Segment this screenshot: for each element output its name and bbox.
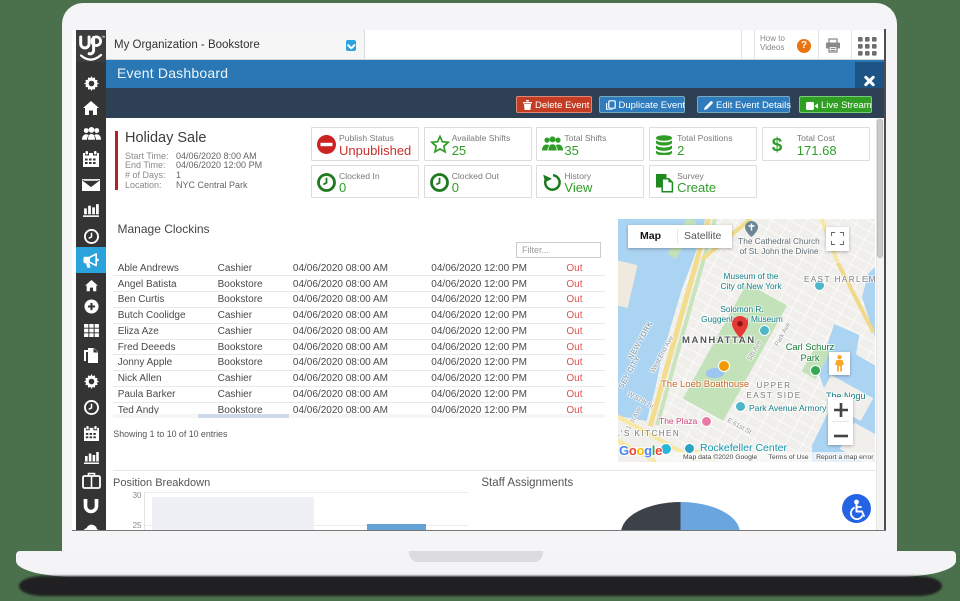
svg-text:™: ™ [101, 35, 106, 40]
